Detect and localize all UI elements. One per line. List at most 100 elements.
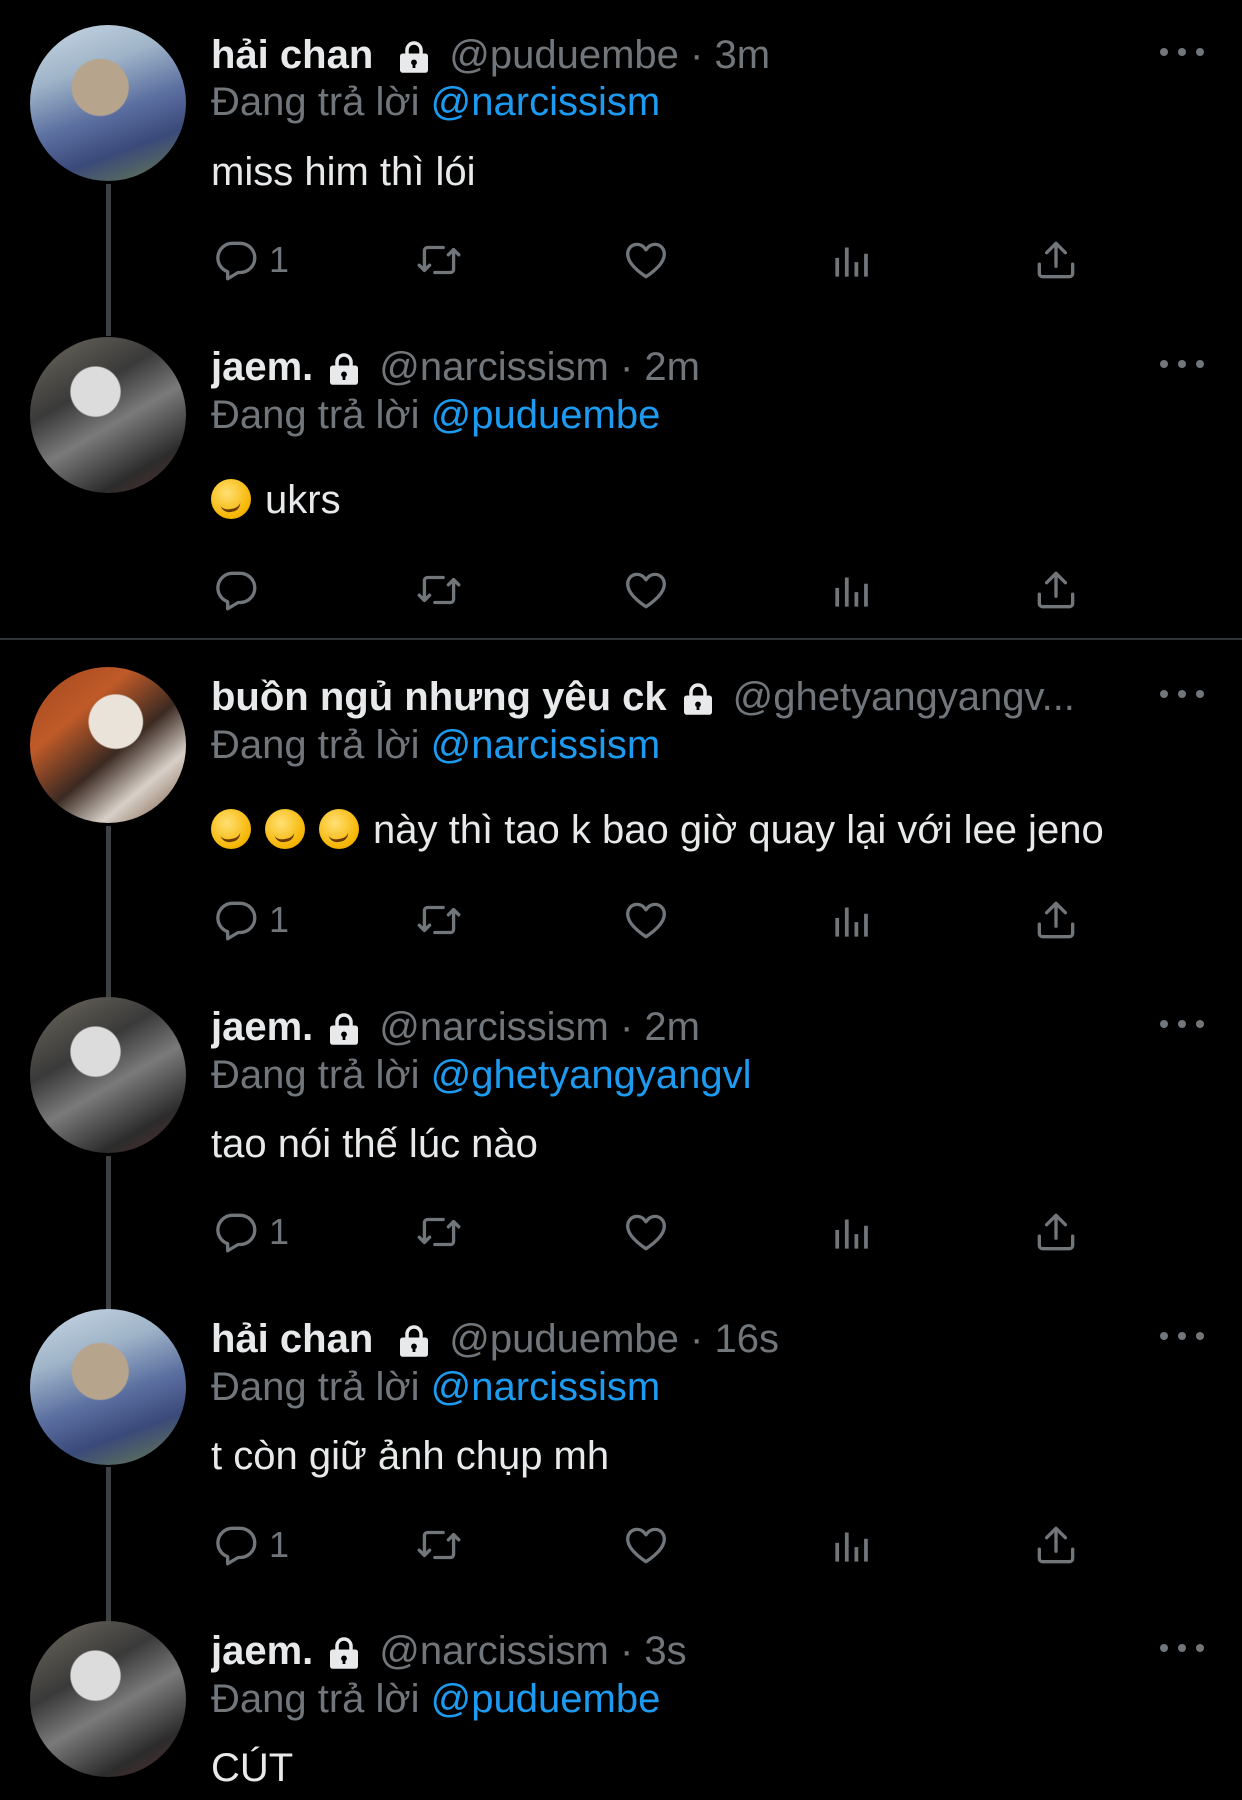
action-bar: 1 [211,232,1091,288]
display-name[interactable]: jaem. [211,345,313,390]
tweet-header: hải chan @puduembe · 3m [211,30,1152,80]
timestamp[interactable]: · 16s [690,1317,779,1362]
like-button[interactable] [621,892,671,948]
share-button[interactable] [1031,232,1081,288]
reply-button[interactable]: 1 [211,892,289,948]
retweet-icon [414,1207,464,1257]
more-icon[interactable] [1160,684,1204,704]
share-icon [1031,895,1081,945]
mention-link[interactable]: @puduembe [431,1677,661,1721]
lock-icon [323,1632,365,1674]
views-button[interactable] [827,232,877,288]
retweet-button[interactable] [414,892,464,948]
reply-count: 1 [269,1524,290,1565]
avatar[interactable] [30,337,186,493]
retweet-icon [414,1520,464,1570]
timestamp[interactable]: · 2m [620,345,700,390]
share-icon [1031,1207,1081,1257]
display-name[interactable]: jaem. [211,1629,313,1674]
tweet-text: này thì tao k bao giờ quay lại với lee j… [211,808,1104,853]
handle[interactable]: @narcissism [379,1629,609,1674]
views-icon [827,1207,877,1257]
reply-button[interactable] [211,562,269,618]
timestamp[interactable]: · 2m [620,1005,700,1050]
share-icon [1031,1520,1081,1570]
share-button[interactable] [1031,892,1081,948]
handle[interactable]: @narcissism [379,1005,609,1050]
reply-count: 1 [269,239,290,280]
reply-icon [211,1207,261,1257]
like-button[interactable] [621,1204,671,1260]
reply-button[interactable]: 1 [211,1204,289,1260]
retweet-button[interactable] [414,232,464,288]
tweet-text: CÚT [211,1746,294,1790]
views-button[interactable] [827,1204,877,1260]
views-icon [827,565,877,615]
share-button[interactable] [1031,1517,1081,1573]
retweet-icon [414,235,464,285]
mention-link[interactable]: @ghetyangyangvl [431,1053,752,1097]
like-button[interactable] [621,562,671,618]
views-button[interactable] [827,1517,877,1573]
retweet-button[interactable] [414,1517,464,1573]
more-icon[interactable] [1160,1014,1204,1034]
retweet-button[interactable] [414,562,464,618]
handle[interactable]: @puduembe [449,33,679,78]
share-icon [1031,565,1081,615]
avatar[interactable] [30,1621,186,1777]
handle[interactable]: @narcissism [379,345,609,390]
more-icon[interactable] [1160,1326,1204,1346]
thread-line [106,1467,111,1623]
views-button[interactable] [827,562,877,618]
replying-to: Đang trả lời @puduembe [211,1677,661,1721]
share-button[interactable] [1031,1204,1081,1260]
display-name[interactable]: buồn ngủ nhưng yêu ck [211,675,667,720]
tweet-text: t còn giữ ảnh chụp mh [211,1434,610,1478]
mention-link[interactable]: @narcissism [431,1365,661,1409]
replying-to: Đang trả lời @puduembe [211,393,661,437]
display-name[interactable]: hải chan [211,1317,373,1362]
views-button[interactable] [827,892,877,948]
heart-icon [621,235,671,285]
thread-divider [0,638,1242,640]
retweet-button[interactable] [414,1204,464,1260]
more-icon[interactable] [1160,42,1204,62]
smirk-emoji [211,479,251,519]
action-bar: 1 [211,1204,1091,1260]
avatar[interactable] [30,25,186,181]
views-icon [827,235,877,285]
lock-icon [393,36,435,78]
like-button[interactable] [621,1517,671,1573]
lock-icon [323,348,365,390]
lock-icon [323,1008,365,1050]
reply-count: 1 [269,899,290,940]
smirk-emoji [265,809,305,849]
like-button[interactable] [621,232,671,288]
timestamp[interactable]: · 3m [690,33,770,78]
display-name[interactable]: hải chan [211,33,373,78]
tweet-header: jaem. @narcissism · 3s [211,1626,1152,1676]
avatar[interactable] [30,667,186,823]
replying-to: Đang trả lời @narcissism [211,1365,661,1409]
avatar[interactable] [30,997,186,1153]
mention-link[interactable]: @narcissism [431,80,661,124]
avatar[interactable] [30,1309,186,1465]
heart-icon [621,1207,671,1257]
mention-link[interactable]: @puduembe [431,393,661,437]
timestamp[interactable]: · 3s [620,1629,687,1674]
handle[interactable]: @ghetyangyangv... [733,675,1075,720]
display-name[interactable]: jaem. [211,1005,313,1050]
more-icon[interactable] [1160,1638,1204,1658]
reply-button[interactable]: 1 [211,232,289,288]
replying-to: Đang trả lời @narcissism [211,80,661,124]
more-icon[interactable] [1160,354,1204,374]
thread-line [106,1156,111,1310]
reply-button[interactable]: 1 [211,1517,289,1573]
share-button[interactable] [1031,562,1081,618]
action-bar: 1 [211,1517,1091,1573]
tweet-header: jaem. @narcissism · 2m [211,342,1152,392]
lock-icon [677,678,719,720]
heart-icon [621,565,671,615]
handle[interactable]: @puduembe [449,1317,679,1362]
mention-link[interactable]: @narcissism [431,723,661,767]
